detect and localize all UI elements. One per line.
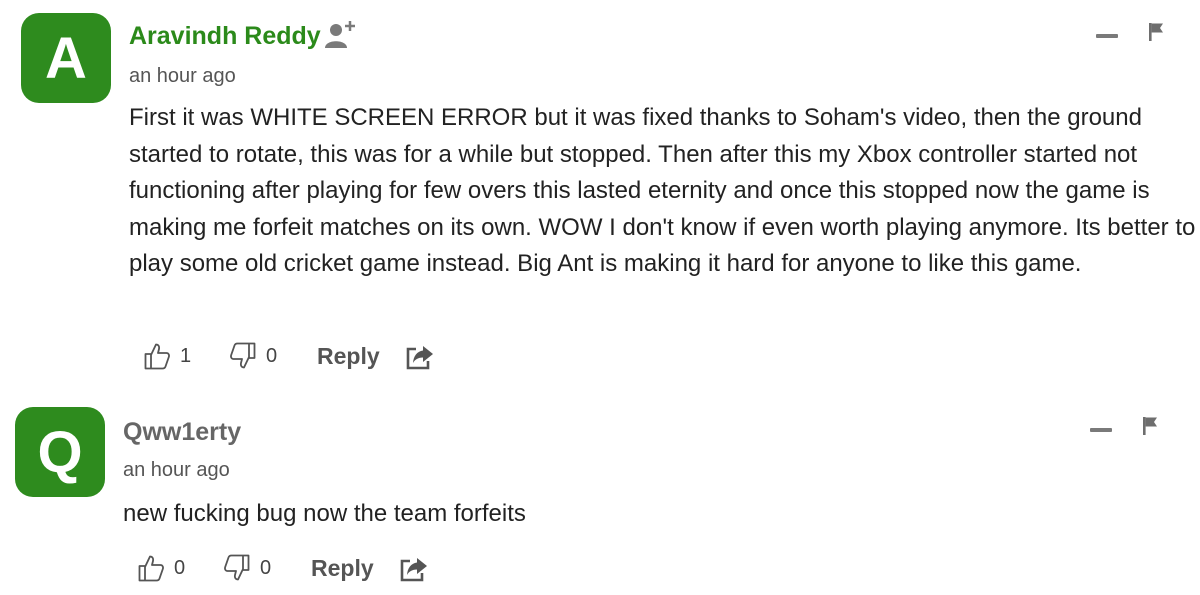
avatar[interactable]: Q: [15, 407, 105, 497]
flag-icon[interactable]: [1141, 416, 1159, 436]
thumbs-down-icon: [230, 342, 256, 369]
comment-text: new fucking bug now the team forfeits: [123, 500, 526, 527]
reply-button[interactable]: Reply: [317, 343, 380, 370]
comment-timestamp: an hour ago: [123, 459, 230, 481]
like-button[interactable]: 1: [144, 342, 191, 370]
flag-icon[interactable]: [1147, 22, 1165, 42]
dislike-count: 0: [260, 556, 272, 579]
dislike-count: 0: [266, 344, 278, 367]
comment-item: A Aravindh Reddy an hour ago First it wa…: [0, 0, 1200, 390]
reply-button[interactable]: Reply: [311, 555, 374, 582]
comment-author[interactable]: Qww1erty: [123, 418, 241, 447]
thumbs-up-icon: [138, 555, 164, 582]
comment-item: Q Qww1erty an hour ago new fucking bug n…: [0, 395, 1200, 595]
like-count: 1: [180, 344, 192, 367]
thumbs-up-icon: [144, 343, 170, 370]
collapse-icon[interactable]: [1090, 428, 1112, 432]
comment-timestamp: an hour ago: [129, 65, 236, 87]
collapse-icon[interactable]: [1096, 34, 1118, 38]
comment-text: First it was WHITE SCREEN ERROR but it w…: [129, 104, 1196, 277]
like-button[interactable]: 0: [138, 554, 185, 582]
share-icon[interactable]: [406, 344, 434, 370]
share-icon[interactable]: [400, 556, 428, 582]
comment-author[interactable]: Aravindh Reddy: [129, 22, 321, 51]
like-count: 0: [174, 556, 186, 579]
dislike-button[interactable]: 0: [224, 554, 271, 582]
thumbs-down-icon: [224, 554, 250, 581]
dislike-button[interactable]: 0: [230, 342, 277, 370]
follow-user-icon[interactable]: [324, 18, 356, 50]
avatar[interactable]: A: [21, 13, 111, 103]
